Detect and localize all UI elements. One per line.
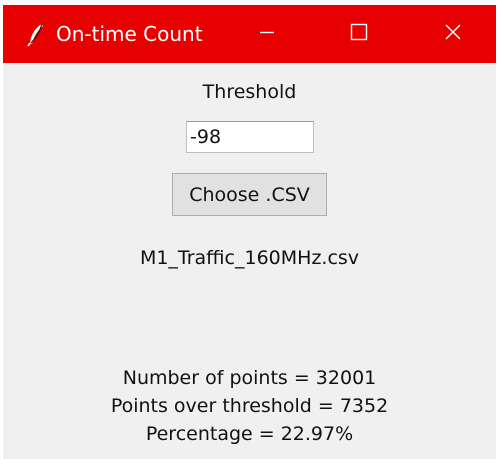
percentage-text: Percentage = 22.97% [145,423,354,445]
threshold-label: Threshold [202,81,297,103]
number-of-points-text: Number of points = 32001 [122,367,377,389]
threshold-input[interactable] [186,121,314,153]
close-button[interactable] [423,5,483,63]
selected-file-label: M1_Traffic_160MHz.csv [139,247,360,269]
choose-csv-button[interactable]: Choose .CSV [172,173,327,216]
close-icon [444,23,462,45]
title-bar[interactable]: On-time Count [3,5,496,63]
minimize-icon [259,24,275,44]
minimize-button[interactable] [237,5,297,63]
maximize-icon [350,23,368,45]
maximize-button[interactable] [329,5,389,63]
points-over-threshold-text: Points over threshold = 7352 [110,395,389,417]
app-window: On-time Count Threshold Choose .CSV M1_T… [3,5,496,459]
feather-icon [25,23,47,47]
window-title: On-time Count [56,22,203,46]
